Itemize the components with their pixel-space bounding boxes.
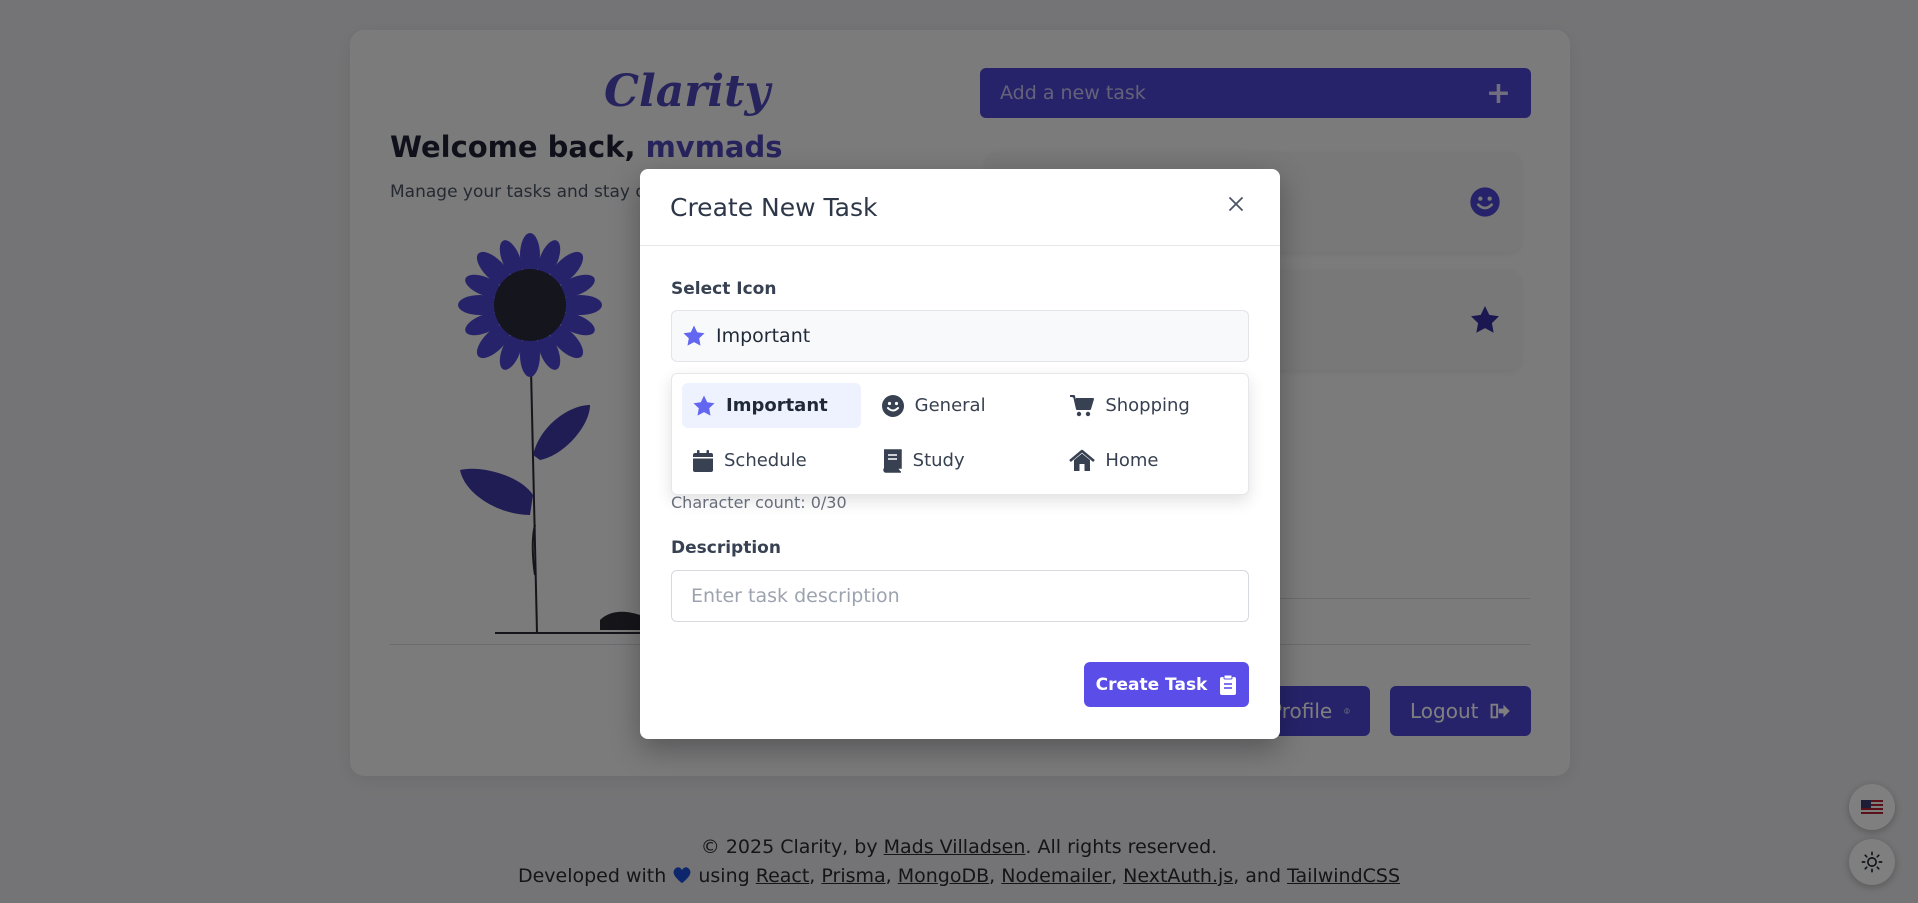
- book-icon: [882, 448, 902, 473]
- icon-select[interactable]: Important: [671, 310, 1249, 362]
- cart-icon: [1070, 394, 1095, 416]
- modal-title: Create New Task: [670, 192, 878, 222]
- icon-option-general[interactable]: General: [871, 383, 1050, 428]
- create-task-modal: Create New Task Select Icon Important Ch…: [640, 169, 1280, 739]
- calendar-icon: [693, 449, 713, 472]
- clipboard-icon: [1220, 674, 1237, 695]
- icon-option-study[interactable]: Study: [871, 438, 1050, 483]
- selected-icon-label: Important: [716, 325, 811, 347]
- option-label: General: [914, 395, 986, 416]
- character-count: Character count: 0/30: [671, 493, 847, 512]
- modal-header: Create New Task: [640, 169, 1280, 246]
- option-label: Important: [726, 395, 828, 416]
- smile-icon: [881, 394, 904, 417]
- close-button[interactable]: [1222, 190, 1250, 218]
- description-label: Description: [671, 538, 781, 558]
- create-task-button[interactable]: Create Task: [1084, 662, 1249, 707]
- icon-dropdown-menu: Important General Shopping Schedule Stud…: [671, 373, 1249, 495]
- star-icon: [683, 325, 705, 346]
- option-label: Shopping: [1105, 395, 1190, 416]
- icon-option-important[interactable]: Important: [682, 383, 861, 428]
- star-icon: [693, 395, 715, 416]
- home-icon: [1069, 449, 1096, 471]
- option-label: Study: [912, 450, 965, 471]
- select-icon-label: Select Icon: [671, 279, 777, 299]
- description-input[interactable]: [671, 570, 1249, 622]
- icon-option-schedule[interactable]: Schedule: [682, 438, 861, 483]
- option-label: Home: [1105, 450, 1159, 471]
- option-label: Schedule: [724, 450, 807, 471]
- create-task-label: Create Task: [1095, 674, 1208, 695]
- close-icon: [1229, 197, 1243, 211]
- icon-option-shopping[interactable]: Shopping: [1059, 383, 1238, 428]
- icon-option-home[interactable]: Home: [1059, 438, 1238, 483]
